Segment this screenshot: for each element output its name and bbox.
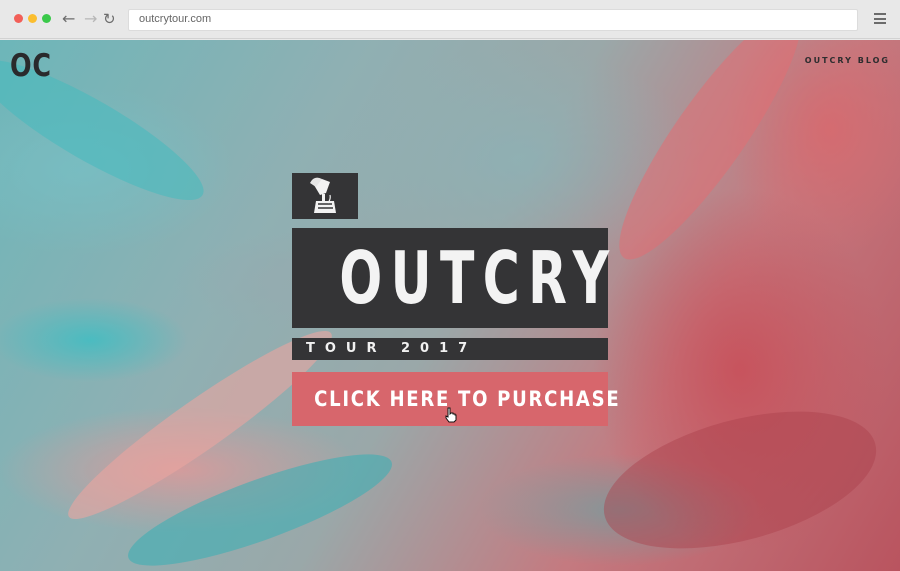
- address-bar[interactable]: outcrytour.com: [128, 9, 858, 31]
- nav-link-blog[interactable]: OUTCRY BLOG: [805, 56, 890, 65]
- maximize-window-dot[interactable]: [42, 14, 51, 23]
- background-streak: [595, 40, 825, 278]
- subtitle-panel: TOUR 2017: [292, 338, 608, 360]
- background-streak: [589, 385, 891, 571]
- reload-icon[interactable]: ↻: [103, 9, 116, 29]
- site-logo[interactable]: OC: [10, 49, 52, 83]
- pointer-hand-cursor-icon: [445, 407, 457, 423]
- minimize-window-dot[interactable]: [28, 14, 37, 23]
- forward-arrow-icon[interactable]: →: [84, 9, 97, 29]
- gramophone-icon: [292, 173, 358, 219]
- back-arrow-icon[interactable]: ←: [62, 9, 75, 29]
- close-window-dot[interactable]: [14, 14, 23, 23]
- page-viewport: OC OUTCRY BLOG OUTCRY TOUR 2017 CLICK HE…: [0, 40, 900, 571]
- page-subtitle: TOUR 2017: [306, 341, 478, 356]
- title-panel: OUTCRY: [292, 228, 618, 328]
- url-text: outcrytour.com: [139, 13, 212, 25]
- hamburger-menu-icon[interactable]: [874, 13, 886, 24]
- browser-chrome: ← → ↻ outcrytour.com: [0, 0, 900, 39]
- page-title: OUTCRY: [339, 236, 618, 320]
